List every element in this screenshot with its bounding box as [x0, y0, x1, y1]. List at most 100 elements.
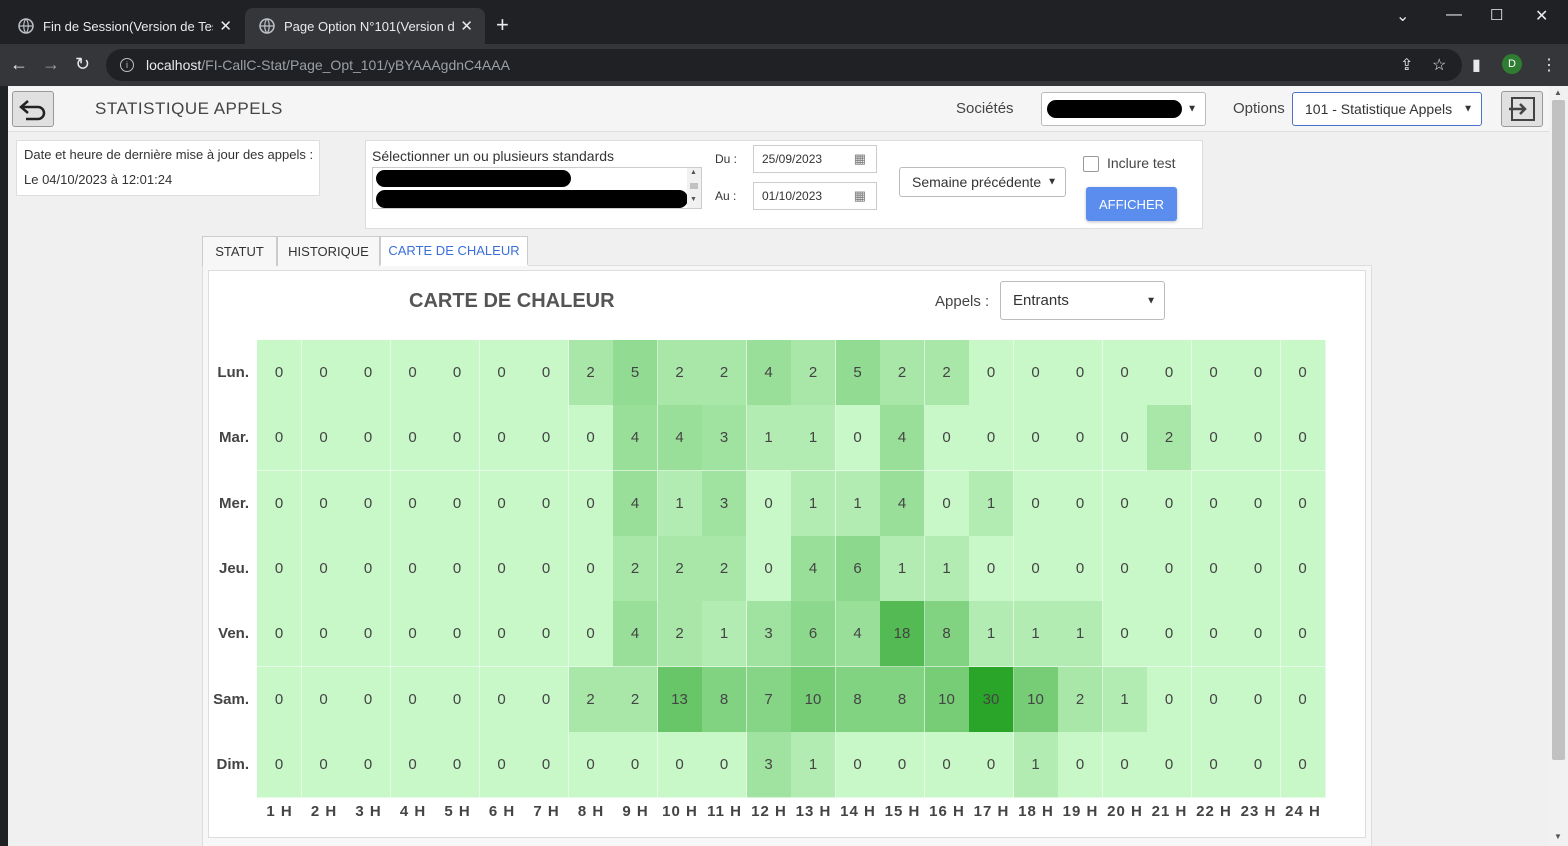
heatmap-cell: 13 [657, 666, 703, 733]
sidepanel-icon[interactable]: ▮ [1472, 55, 1481, 75]
close-window-icon[interactable]: ✕ [1535, 6, 1548, 26]
scroll-thumb[interactable] [690, 183, 698, 189]
heatmap-column-label: 6 H [488, 803, 516, 821]
du-date-input[interactable]: 25/09/2023 ▦ [753, 145, 877, 173]
heatmap-cell: 0 [613, 731, 658, 798]
heatmap-cell: 0 [1191, 601, 1237, 668]
heatmap-cell: 8 [924, 601, 970, 668]
scroll-up-icon[interactable]: ▲ [690, 169, 697, 176]
reload-icon[interactable]: ↻ [75, 54, 90, 75]
calendar-icon[interactable]: ▦ [854, 188, 866, 204]
close-tab-icon[interactable]: ✕ [460, 17, 473, 35]
heatmap-cell: 7 [746, 666, 792, 733]
heatmap-cell: 0 [524, 731, 569, 798]
logout-button[interactable] [1501, 91, 1543, 127]
menu-icon[interactable]: ⋮ [1541, 55, 1557, 75]
societes-select[interactable]: ▼ [1041, 92, 1206, 126]
heatmap-cell: 0 [568, 470, 614, 537]
share-icon[interactable]: ⇪ [1400, 55, 1413, 75]
heatmap-cell: 0 [1102, 405, 1148, 472]
heatmap-cell: 2 [657, 340, 703, 406]
heatmap-column-label: 17 H [973, 803, 1010, 821]
listbox-scrollbar[interactable]: ▲ ▼ [687, 168, 701, 208]
forward-icon[interactable]: → [42, 54, 60, 75]
heatmap-cell: 0 [1102, 601, 1148, 668]
heatmap-cell: 0 [479, 340, 525, 406]
heatmap-cell: 0 [435, 405, 480, 472]
star-icon[interactable]: ☆ [1432, 55, 1446, 75]
include-test-checkbox[interactable] [1083, 156, 1099, 172]
tab-carte-de-chaleur[interactable]: CARTE DE CHALEUR [380, 236, 528, 266]
heatmap-column-label: 24 H [1285, 803, 1321, 821]
heatmap-cell: 0 [435, 340, 480, 406]
heatmap-cell: 0 [1147, 535, 1192, 602]
heatmap-cell: 0 [924, 731, 970, 798]
options-value: 101 - Statistique Appels [1305, 101, 1453, 117]
heatmap-cell: 0 [1058, 340, 1103, 406]
period-value: Semaine précédente [912, 174, 1042, 190]
calendar-icon[interactable]: ▦ [854, 151, 866, 167]
browser-toolbar: ← → ↻ i localhost /FI-CallC-Stat/Page_Op… [0, 44, 1568, 86]
chevron-down-icon[interactable]: ⌄ [1396, 6, 1409, 26]
heatmap-cell: 0 [1102, 340, 1148, 406]
tab-statut[interactable]: STATUT [202, 236, 277, 266]
heatmap-cell: 2 [613, 535, 658, 602]
heatmap-column-label: 10 H [662, 803, 698, 821]
address-bar[interactable]: i localhost /FI-CallC-Stat/Page_Opt_101/… [106, 49, 1462, 81]
minimize-icon[interactable]: — [1446, 6, 1462, 24]
heatmap-cell: 0 [479, 666, 525, 733]
heatmap-cell: 1 [880, 535, 925, 602]
heatmap-cell: 0 [390, 535, 436, 602]
au-date-input[interactable]: 01/10/2023 ▦ [753, 182, 877, 210]
heatmap-column-label: 3 H [355, 803, 382, 821]
heatmap-cell: 0 [1058, 535, 1103, 602]
heatmap-cell: 10 [791, 666, 836, 733]
page-scrollbar[interactable]: ▲ ▼ [1549, 86, 1568, 846]
appels-select[interactable]: Entrants ▼ [1000, 281, 1165, 320]
scroll-down-icon[interactable]: ▼ [1554, 832, 1562, 841]
heatmap-column-label: 4 H [399, 803, 427, 821]
heatmap-cell: 0 [1236, 601, 1281, 668]
close-tab-icon[interactable]: ✕ [219, 17, 232, 35]
redacted-standard-2[interactable] [376, 190, 688, 208]
heatmap-panel: CARTE DE CHALEUR Appels : Entrants ▼ Lun… [208, 270, 1366, 838]
tab-historique[interactable]: HISTORIQUE [277, 236, 380, 266]
heatmap-cell: 0 [301, 666, 347, 733]
heatmap-column-label: 16 H [929, 803, 965, 821]
heatmap-cell: 0 [301, 340, 347, 406]
heatmap-cell: 0 [568, 405, 614, 472]
browser-tab-1[interactable]: Fin de Session(Version de Test) ✕ [4, 8, 244, 44]
heatmap-cell: 0 [435, 535, 480, 602]
scroll-thumb[interactable] [1552, 100, 1565, 760]
browser-tab-2[interactable]: Page Option N°101(Version de Test) ✕ [245, 8, 485, 44]
new-tab-icon[interactable]: + [496, 14, 509, 36]
exit-icon [1509, 97, 1535, 121]
heatmap-cell: 2 [613, 666, 658, 733]
heatmap-cell: 8 [835, 666, 881, 733]
standards-listbox[interactable]: ▲ ▼ [372, 167, 702, 209]
heatmap-row-label: Jeu. [218, 559, 249, 577]
heatmap-cell: 0 [257, 535, 302, 602]
heatmap-column-label: 13 H [795, 803, 832, 821]
heatmap-cell: 2 [568, 340, 614, 406]
chevron-down-icon: ▼ [1463, 103, 1473, 115]
page-title: STATISTIQUE APPELS [95, 99, 283, 118]
heatmap-cell: 4 [880, 470, 925, 537]
maximize-icon[interactable]: ☐ [1490, 6, 1503, 24]
heatmap-cell: 0 [1191, 470, 1237, 537]
undo-icon [19, 100, 46, 121]
back-icon[interactable]: ← [10, 54, 28, 75]
info-icon[interactable]: i [120, 58, 134, 72]
redacted-standard-1[interactable] [376, 170, 571, 187]
scroll-down-icon[interactable]: ▼ [690, 196, 697, 203]
heatmap-cell: 0 [880, 731, 925, 798]
afficher-button[interactable]: AFFICHER [1086, 187, 1177, 221]
heatmap-cell: 0 [969, 535, 1014, 602]
period-select[interactable]: Semaine précédente ▼ [899, 167, 1066, 197]
avatar[interactable]: D [1502, 54, 1522, 74]
redacted-value [1047, 100, 1182, 118]
options-select[interactable]: 101 - Statistique Appels ▼ [1292, 92, 1482, 126]
heatmap-cell: 0 [1058, 470, 1103, 537]
scroll-up-icon[interactable]: ▲ [1554, 88, 1562, 97]
back-button[interactable] [12, 91, 54, 127]
